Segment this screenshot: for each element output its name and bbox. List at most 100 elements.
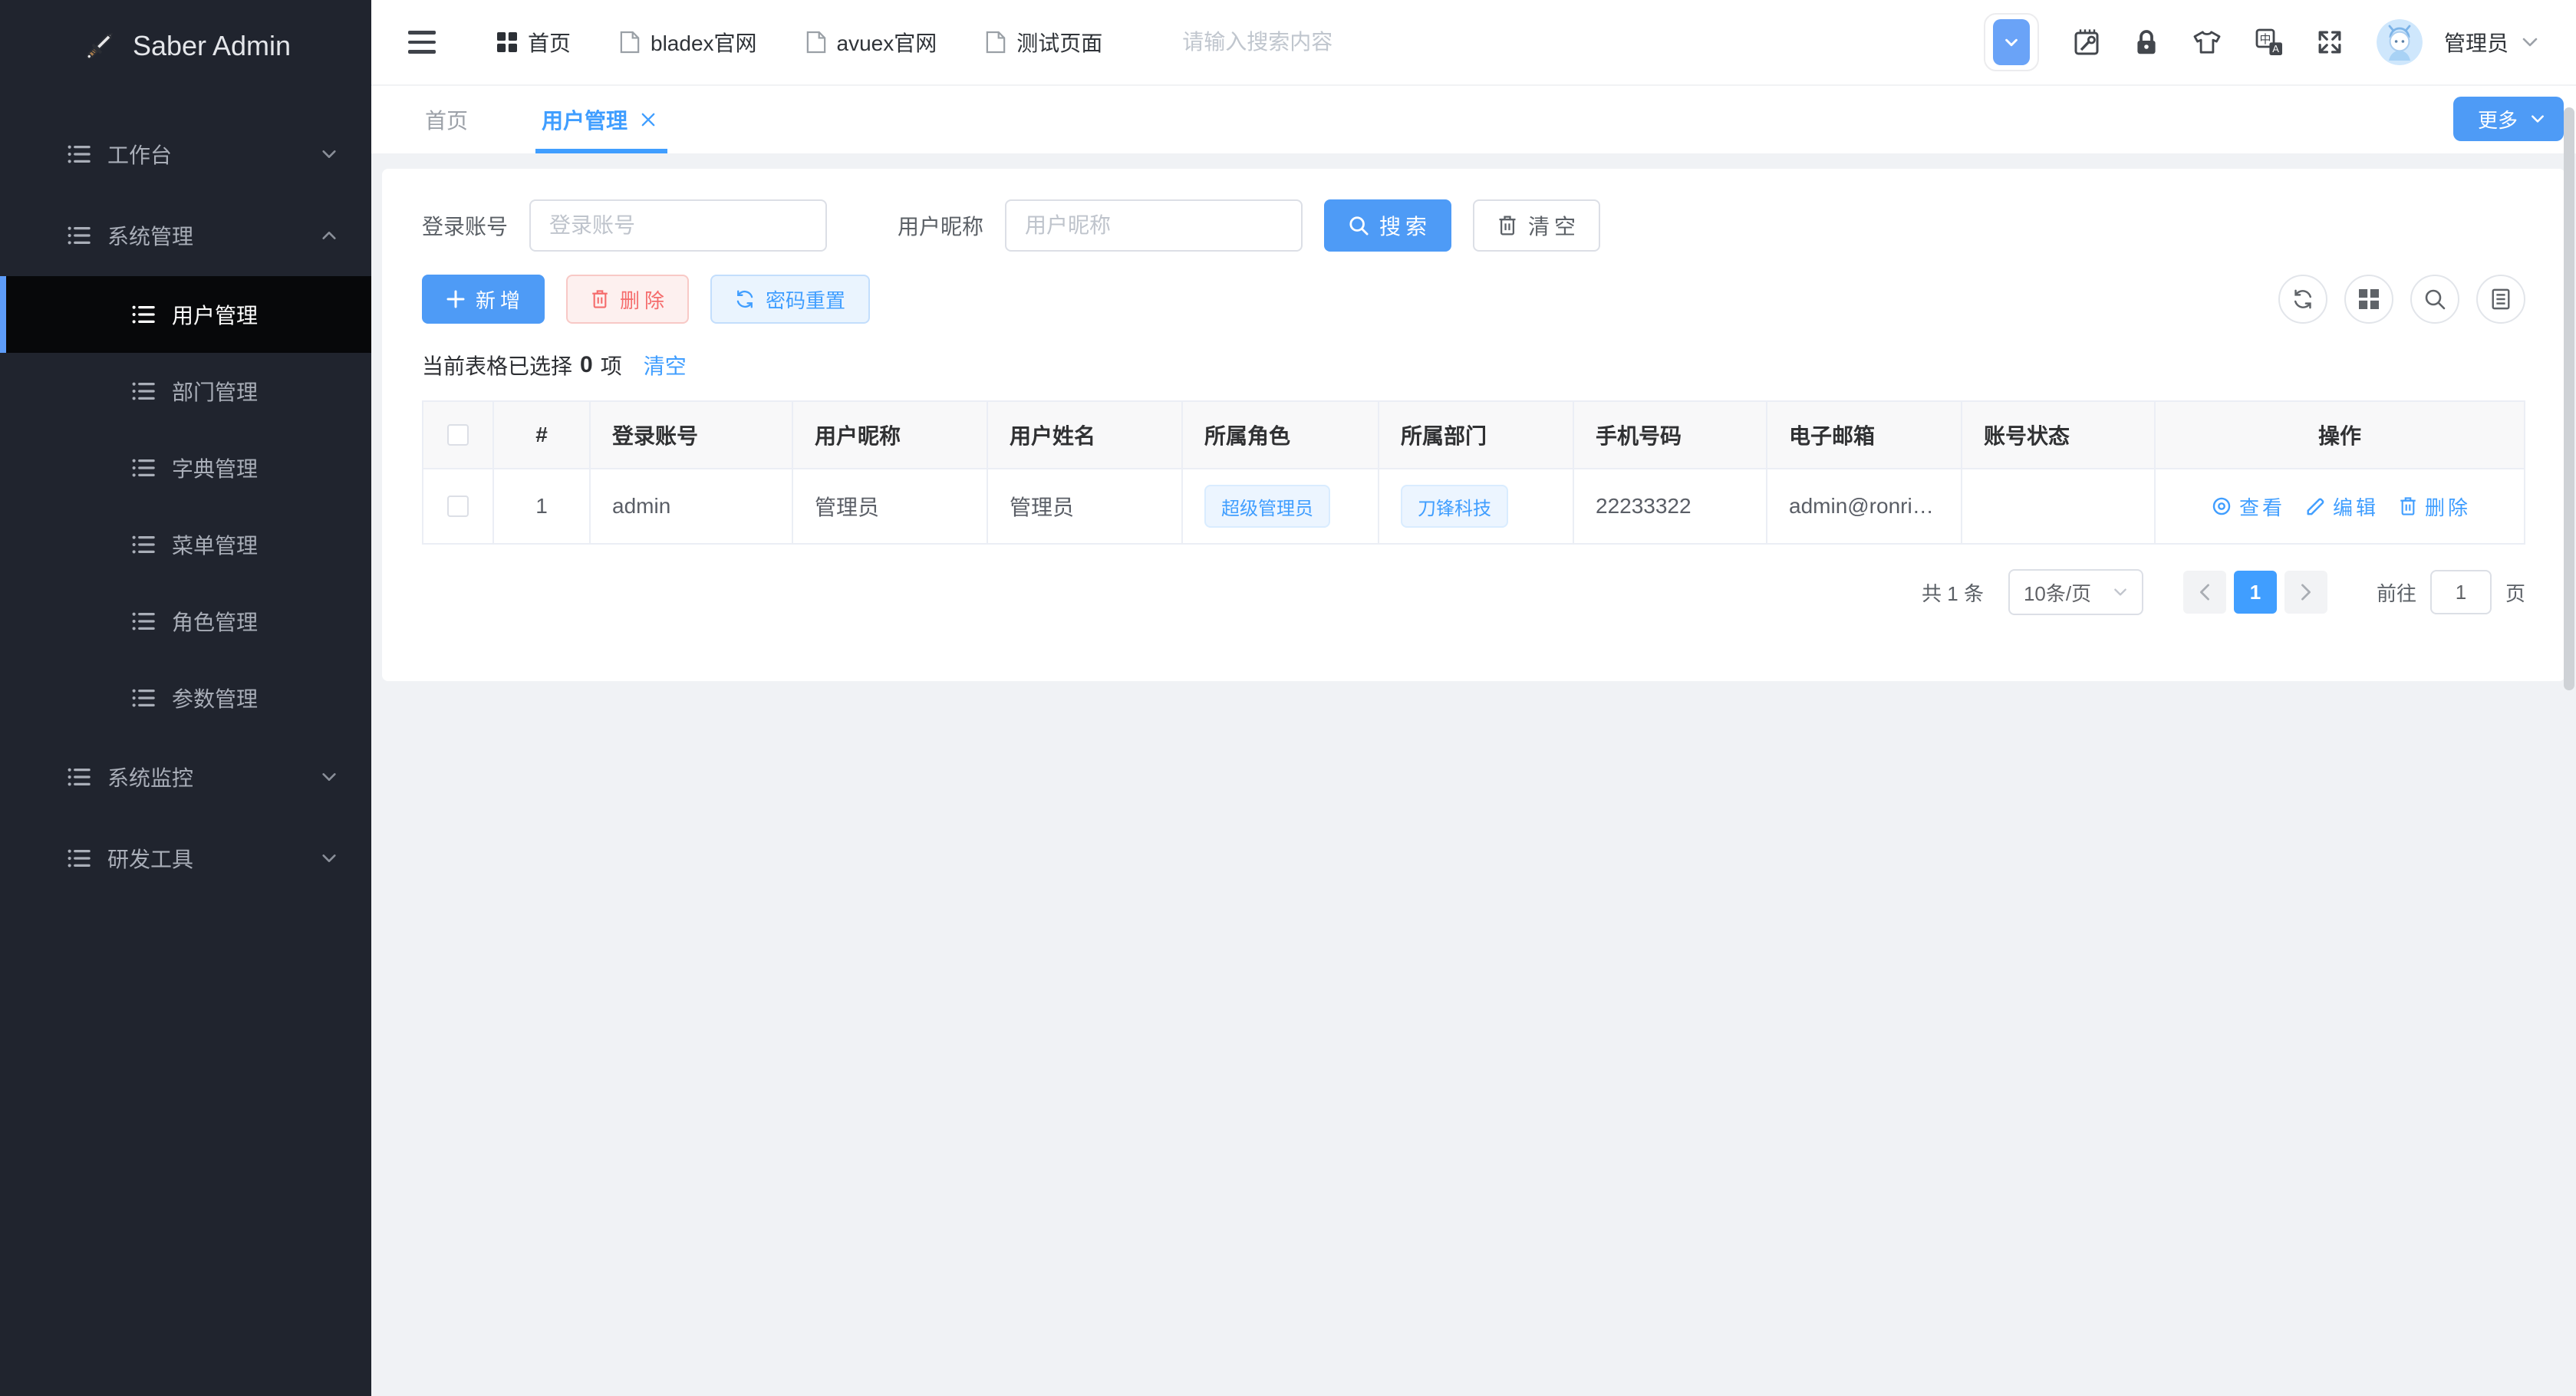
chevron-down-icon[interactable] xyxy=(2521,33,2539,51)
log-document-button[interactable] xyxy=(2476,275,2525,324)
header-nickname: 用户昵称 xyxy=(793,402,988,468)
sidebar-item-user-management[interactable]: 用户管理 xyxy=(0,276,371,353)
fullscreen-icon[interactable] xyxy=(2317,29,2343,55)
username-label[interactable]: 管理员 xyxy=(2444,27,2508,58)
theme-shirt-icon[interactable] xyxy=(2192,30,2222,54)
clipboard-wrench-icon[interactable] xyxy=(2073,28,2100,57)
next-page-button[interactable] xyxy=(2284,571,2327,614)
topnav-label: avuex官网 xyxy=(836,31,937,55)
search-toggle-button[interactable] xyxy=(2410,275,2459,324)
list-icon xyxy=(132,610,155,633)
avatar[interactable] xyxy=(2376,19,2423,65)
view-action[interactable]: 查看 xyxy=(2212,492,2282,521)
lock-icon[interactable] xyxy=(2134,28,2159,56)
row-checkbox[interactable] xyxy=(447,496,469,517)
email-text: admin@ronris... xyxy=(1789,494,1939,518)
row-email-cell: admin@ronris... xyxy=(1767,469,1962,543)
list-icon xyxy=(68,847,91,870)
row-role-cell: 超级管理员 xyxy=(1183,469,1379,543)
topnav-test-page[interactable]: 测试页面 xyxy=(986,27,1102,58)
sidebar-item-system-monitor[interactable]: 系统监控 xyxy=(0,736,371,818)
list-icon xyxy=(132,456,155,479)
refresh-icon xyxy=(735,289,755,309)
app-root: Saber Admin 工作台 系统管理 用户管理 部门管理 字典管理 菜单管理… xyxy=(0,0,2576,1396)
sidebar-item-menu-management[interactable]: 菜单管理 xyxy=(0,506,371,583)
sword-icon xyxy=(81,28,117,64)
edit-action[interactable]: 编辑 xyxy=(2305,492,2376,521)
global-search-input[interactable] xyxy=(1179,28,1487,56)
refresh-button[interactable] xyxy=(2278,275,2327,324)
translate-icon[interactable]: 中A xyxy=(2255,28,2283,56)
search-icon xyxy=(1349,216,1369,235)
topnav-bladex-site[interactable]: bladex官网 xyxy=(620,27,757,58)
topnav-label: bladex官网 xyxy=(651,31,757,55)
goto-page-input[interactable] xyxy=(2429,570,2492,614)
topnav-home[interactable]: 首页 xyxy=(497,27,571,58)
column-settings-button[interactable] xyxy=(2344,275,2393,324)
edit-action-label: 编辑 xyxy=(2332,496,2379,519)
user-management-panel: 登录账号 用户昵称 搜索 清空 xyxy=(382,169,2565,681)
sidebar-item-system-management[interactable]: 系统管理 xyxy=(0,195,371,276)
selection-clear-link[interactable]: 清空 xyxy=(644,350,687,380)
sidebar-item-label: 用户管理 xyxy=(172,304,259,328)
sidebar-item-label: 角色管理 xyxy=(172,611,259,634)
tab-home[interactable]: 首页 xyxy=(422,86,471,153)
sidebar-item-workbench[interactable]: 工作台 xyxy=(0,114,371,195)
password-reset-button[interactable]: 密码重置 xyxy=(710,275,871,324)
list-icon xyxy=(68,143,91,166)
sidebar-item-dev-tools[interactable]: 研发工具 xyxy=(0,818,371,899)
select-all-checkbox[interactable] xyxy=(447,424,469,446)
app-title: Saber Admin xyxy=(132,30,292,61)
row-status-cell xyxy=(1962,469,2156,543)
plus-icon xyxy=(446,290,465,308)
row-index-cell: 1 xyxy=(494,469,591,543)
page-size-select[interactable]: 10条/页 xyxy=(2008,569,2143,615)
close-icon[interactable] xyxy=(641,113,655,127)
search-button[interactable]: 搜索 xyxy=(1324,199,1452,252)
user-table: # 登录账号 用户昵称 用户姓名 所属角色 所属部门 手机号码 电子邮箱 账号状… xyxy=(422,400,2525,545)
delete-action[interactable]: 删除 xyxy=(2399,492,2468,521)
current-page-button[interactable]: 1 xyxy=(2233,571,2277,614)
header-role: 所属角色 xyxy=(1183,402,1379,468)
sidebar-item-param-management[interactable]: 参数管理 xyxy=(0,660,371,736)
add-button-label: 新增 xyxy=(476,288,525,312)
prev-page-button[interactable] xyxy=(2182,571,2226,614)
sidebar-item-dept-management[interactable]: 部门管理 xyxy=(0,353,371,430)
trash-icon xyxy=(1497,215,1517,236)
selection-info: 当前表格已选择 0 项 清空 xyxy=(422,350,2525,380)
add-button[interactable]: 新增 xyxy=(422,275,545,324)
nickname-filter-label: 用户昵称 xyxy=(898,215,984,239)
tab-user-management[interactable]: 用户管理 xyxy=(535,86,668,153)
eye-icon xyxy=(2212,496,2232,516)
sidebar-item-label: 系统监控 xyxy=(107,766,194,790)
topnav-avuex-site[interactable]: avuex官网 xyxy=(806,27,937,58)
toolbar-row: 新增 删除 密码重置 xyxy=(422,275,2525,324)
document-icon xyxy=(806,31,826,54)
delete-button[interactable]: 删除 xyxy=(566,275,690,324)
chevron-down-icon xyxy=(2530,111,2545,127)
password-reset-label: 密码重置 xyxy=(766,288,846,312)
topnav-label: 首页 xyxy=(528,31,572,55)
sidebar-item-dict-management[interactable]: 字典管理 xyxy=(0,430,371,506)
collapse-menu-button[interactable] xyxy=(408,30,436,54)
delete-action-label: 删除 xyxy=(2425,496,2472,519)
top-panel-toggle-button[interactable] xyxy=(1983,13,2039,71)
role-tag[interactable]: 超级管理员 xyxy=(1204,485,1330,528)
scrollbar-thumb[interactable] xyxy=(2564,107,2574,690)
content-area: 登录账号 用户昵称 搜索 清空 xyxy=(371,153,2576,1396)
tabbar: 首页 用户管理 更多 xyxy=(371,86,2576,153)
header-dept: 所属部门 xyxy=(1379,402,1574,468)
clear-button[interactable]: 清空 xyxy=(1473,199,1601,252)
nickname-filter-input[interactable] xyxy=(1005,199,1303,252)
header-status: 账号状态 xyxy=(1962,402,2156,468)
row-account-cell: admin xyxy=(591,469,793,543)
sidebar-item-role-management[interactable]: 角色管理 xyxy=(0,583,371,660)
chevron-down-icon xyxy=(321,769,338,785)
dept-tag[interactable]: 刀锋科技 xyxy=(1401,485,1508,528)
more-button[interactable]: 更多 xyxy=(2452,97,2564,141)
chevron-down-icon xyxy=(321,146,338,163)
row-nickname-cell: 管理员 xyxy=(793,469,988,543)
svg-text:A: A xyxy=(2272,43,2279,54)
account-filter-input[interactable] xyxy=(529,199,828,252)
list-icon xyxy=(68,765,91,789)
